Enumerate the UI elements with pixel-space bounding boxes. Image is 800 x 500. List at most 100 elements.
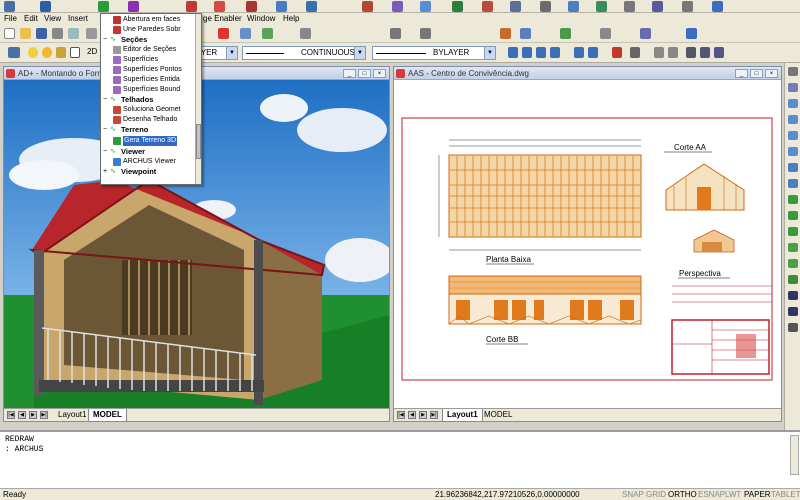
- menu-item-gera-terreno-3d[interactable]: Gera Terreno 3D: [101, 136, 195, 146]
- dropdown-scrollbar[interactable]: [195, 14, 201, 184]
- hide-icon[interactable]: [686, 47, 696, 58]
- view-top-icon[interactable]: [654, 47, 664, 58]
- toggle-tablet[interactable]: TABLET: [771, 489, 800, 500]
- undo-icon[interactable]: [390, 28, 401, 39]
- snap-intersection-icon[interactable]: [536, 47, 546, 58]
- fillet-icon[interactable]: [788, 275, 798, 284]
- delete-icon[interactable]: [218, 28, 229, 39]
- menu-item-une-paredes[interactable]: Une Paredes Sobr: [101, 25, 195, 35]
- zoom-window-icon[interactable]: [500, 28, 511, 39]
- toggle-grid[interactable]: GRID: [646, 489, 666, 500]
- cube-icon[interactable]: [276, 1, 287, 12]
- menu-group-secoes[interactable]: − ∿ Seções: [101, 35, 195, 45]
- select-icon[interactable]: [4, 1, 15, 12]
- tab-model[interactable]: MODEL: [88, 409, 127, 422]
- explode-icon[interactable]: [788, 323, 798, 332]
- chevron-down-icon[interactable]: ▼: [226, 47, 237, 59]
- zoom-icon[interactable]: [568, 1, 579, 12]
- snap-settings-icon[interactable]: [612, 47, 622, 58]
- menu-item-soluciona-geometria[interactable]: Soluciona Geomet: [101, 105, 195, 115]
- toggle-ortho[interactable]: ORTHO: [668, 489, 697, 500]
- pan-icon[interactable]: [560, 28, 571, 39]
- menu-image-enabler[interactable]: ge Enabler: [203, 13, 242, 25]
- camera-icon[interactable]: [482, 1, 493, 12]
- menu-item-abertura-faces[interactable]: Abertura em faces: [101, 15, 195, 25]
- grid-icon[interactable]: [788, 307, 798, 316]
- trim-icon[interactable]: [788, 211, 798, 220]
- menu-item-superficies-entidades[interactable]: Superfícies Entida: [101, 75, 195, 85]
- tab-last-icon[interactable]: ▶|: [40, 411, 48, 419]
- print-icon[interactable]: [52, 28, 63, 39]
- copy-icon[interactable]: [788, 83, 798, 92]
- chamfer-icon[interactable]: [788, 259, 798, 268]
- stretch-icon[interactable]: [788, 195, 798, 204]
- globe-icon[interactable]: [40, 1, 51, 12]
- tab-layout1[interactable]: Layout1: [442, 409, 483, 422]
- lock-icon[interactable]: [56, 47, 66, 58]
- minimize-button[interactable]: _: [735, 69, 748, 78]
- menu-item-archus-viewer[interactable]: ARCHUS Viewer: [101, 157, 195, 167]
- match-icon[interactable]: [300, 28, 311, 39]
- view-icon[interactable]: [596, 1, 607, 12]
- menu-view[interactable]: View: [44, 13, 61, 25]
- menu-item-superficies-boundary[interactable]: Superfícies Bound: [101, 85, 195, 95]
- rotate-icon[interactable]: [788, 163, 798, 172]
- array-icon[interactable]: [788, 131, 798, 140]
- maximize-button[interactable]: □: [358, 69, 371, 78]
- zoom-previous-icon[interactable]: [520, 28, 531, 39]
- command-line[interactable]: REDRAW : ARCHUS: [0, 430, 800, 488]
- menu-window[interactable]: Window: [247, 13, 275, 25]
- draw-icon[interactable]: [128, 1, 139, 12]
- open-folder-icon[interactable]: [20, 28, 31, 39]
- scrollbar-thumb[interactable]: [196, 124, 201, 159]
- properties-icon[interactable]: [600, 28, 611, 39]
- menu-file[interactable]: File: [4, 13, 17, 25]
- layer-icon[interactable]: [214, 1, 225, 12]
- menu-group-terreno[interactable]: − ∿ Terreno: [101, 125, 195, 135]
- archus-icon[interactable]: [98, 1, 109, 12]
- menu-help[interactable]: Help: [283, 13, 299, 25]
- extend-icon[interactable]: [788, 227, 798, 236]
- toggle-paper[interactable]: PAPER: [744, 489, 771, 500]
- menu-item-editor-secoes[interactable]: Editor de Seções: [101, 45, 195, 55]
- collapse-icon[interactable]: −: [103, 147, 107, 157]
- render-icon[interactable]: [420, 1, 431, 12]
- orbit-icon[interactable]: [714, 47, 724, 58]
- dimension-icon[interactable]: [540, 1, 551, 12]
- light-bulb-icon[interactable]: [28, 47, 38, 58]
- expand-icon[interactable]: +: [103, 167, 107, 177]
- tab-next-icon[interactable]: ▶: [419, 411, 427, 419]
- toggle-lwt[interactable]: LWT: [725, 489, 741, 500]
- menu-item-desenha-telhado[interactable]: Desenha Telhado: [101, 115, 195, 125]
- menu-item-superficies-pontos[interactable]: Superfícies Pontos: [101, 65, 195, 75]
- menu-insert[interactable]: Insert: [68, 13, 88, 25]
- layer-manager-icon[interactable]: [8, 47, 20, 58]
- design-center-icon[interactable]: [640, 28, 651, 39]
- tab-first-icon[interactable]: |◀: [397, 411, 405, 419]
- menu-edit[interactable]: Edit: [24, 13, 38, 25]
- tab-next-icon[interactable]: ▶: [29, 411, 37, 419]
- menu-group-viewer[interactable]: − ∿ Viewer: [101, 147, 195, 157]
- arrow-icon[interactable]: [652, 1, 663, 12]
- material-icon[interactable]: [510, 1, 521, 12]
- viewport-window-2d[interactable]: AAS - Centro de Convivência.dwg _ □ × Pl…: [393, 66, 782, 422]
- stack-icon[interactable]: [246, 1, 257, 12]
- offset-icon[interactable]: [788, 115, 798, 124]
- close-button[interactable]: ×: [765, 69, 778, 78]
- maximize-button[interactable]: □: [750, 69, 763, 78]
- collapse-icon[interactable]: −: [103, 125, 107, 135]
- toggle-esnap[interactable]: ESNAP: [698, 489, 725, 500]
- tab-first-icon[interactable]: |◀: [7, 411, 15, 419]
- menu-group-viewpoint[interactable]: + ∿ Viewpoint: [101, 167, 195, 177]
- collapse-icon[interactable]: −: [103, 95, 107, 105]
- lineweight-combo[interactable]: BYLAYER ▼: [372, 46, 496, 60]
- help-icon[interactable]: [712, 1, 723, 12]
- drawing-sheet[interactable]: Planta Baixa Corte AA Corte BB Perspecti…: [394, 80, 781, 408]
- scale-icon[interactable]: [788, 179, 798, 188]
- view-iso-icon[interactable]: [668, 47, 678, 58]
- snap-tangent-icon[interactable]: [588, 47, 598, 58]
- shape-icon[interactable]: [186, 1, 197, 12]
- snap-perpendicular-icon[interactable]: [574, 47, 584, 58]
- minimize-button[interactable]: _: [343, 69, 356, 78]
- help-icon[interactable]: [686, 28, 697, 39]
